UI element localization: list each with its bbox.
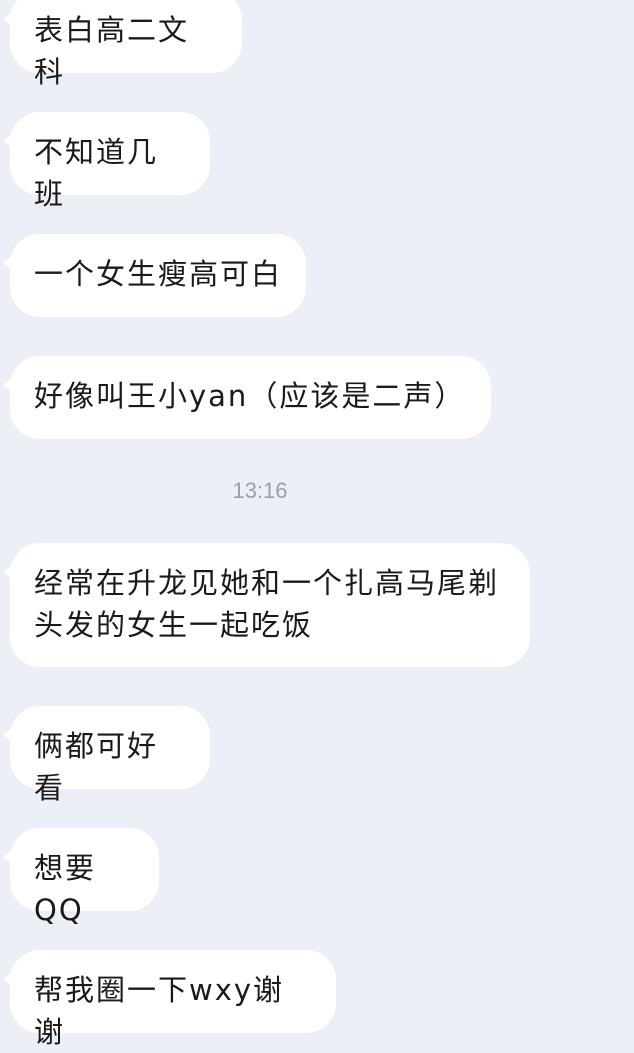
bubble-tail — [3, 565, 12, 579]
message-text: 帮我圈一下wxy谢谢 — [34, 973, 285, 1049]
bubble-tail — [3, 850, 12, 864]
message-text: 不知道几班 — [34, 135, 159, 211]
chat-thread: 表白高二文科 不知道几班 一个女生瘦高可白 好像叫王小yan（应该是二声） 13… — [0, 0, 634, 1049]
message-bubble[interactable]: 想要QQ — [3, 828, 159, 927]
message-text: 俩都可好看 — [34, 729, 159, 805]
message-text: 好像叫王小yan（应该是二声） — [34, 379, 466, 413]
bubble-tail — [3, 378, 12, 392]
bubble-tail — [3, 728, 12, 742]
message-bubble[interactable]: 表白高二文科 — [3, 0, 242, 89]
message-bubble[interactable]: 俩都可好看 — [3, 706, 210, 805]
message-bubble[interactable]: 经常在升龙见她和一个扎高马尾剃头发的女生一起吃饭 — [3, 543, 530, 667]
bubble-tail — [3, 12, 12, 26]
message-bubble[interactable]: 好像叫王小yan（应该是二声） — [3, 356, 491, 439]
bubble-tail — [3, 256, 12, 270]
timestamp: 13:16 — [232, 478, 288, 503]
message-text: 表白高二文科 — [34, 13, 190, 89]
bubble-tail — [3, 972, 12, 986]
message-text: 一个女生瘦高可白 — [34, 257, 283, 291]
message-bubble[interactable]: 帮我圈一下wxy谢谢 — [3, 950, 336, 1049]
message-bubble[interactable]: 一个女生瘦高可白 — [3, 234, 306, 317]
message-text: 想要QQ — [34, 851, 97, 927]
bubble-tail — [3, 134, 12, 148]
message-text: 经常在升龙见她和一个扎高马尾剃头发的女生一起吃饭 — [34, 566, 500, 642]
message-bubble[interactable]: 不知道几班 — [3, 112, 210, 211]
